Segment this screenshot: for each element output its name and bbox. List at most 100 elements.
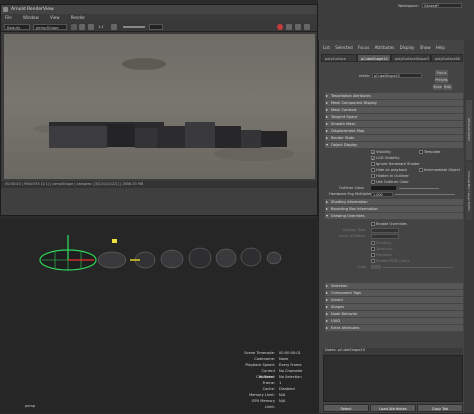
section-bounding-box-information[interactable]: Bounding Box Information	[325, 206, 463, 212]
stop-icon[interactable]	[71, 24, 77, 30]
record-icon[interactable]	[277, 24, 283, 30]
tab-polysurfaceshape3[interactable]: polySurfaceShape3	[391, 54, 431, 62]
render-canvas[interactable]	[4, 34, 315, 179]
attribute-editor-menubar: List Selected Focus Attributes Display S…	[319, 44, 465, 51]
load-attributes-button[interactable]: Load Attributes	[370, 404, 416, 412]
section-drawing-overrides[interactable]: Drawing Overrides	[325, 213, 463, 219]
show-button[interactable]: Show	[433, 84, 442, 90]
use-outliner-color-checkbox[interactable]	[371, 180, 375, 184]
display-type-select[interactable]	[371, 227, 399, 233]
section-node-behavior[interactable]: Node Behavior	[325, 311, 463, 317]
render-view-menubar: File Window View Render	[1, 14, 317, 22]
menu-file[interactable]: File	[5, 15, 12, 20]
playback-checkbox[interactable]	[371, 253, 375, 257]
hw-fog-slider[interactable]	[395, 193, 455, 195]
arnold-render-view-window: Arnold RenderView File Window View Rende…	[0, 4, 318, 216]
tab-polysurfacesh[interactable]: polySurfaceSh	[431, 54, 463, 62]
enable-overrides-checkbox[interactable]	[371, 222, 375, 226]
ae-menu-attributes[interactable]: Attributes	[375, 45, 395, 50]
section-render-stats[interactable]: Render Stats	[325, 135, 463, 141]
mesh-name-field[interactable]: pCubeShape10	[372, 73, 422, 78]
section-mesh-controls[interactable]: Mesh Controls	[325, 107, 463, 113]
playback-label: Playback	[376, 252, 393, 257]
override-color-slider[interactable]	[383, 266, 453, 268]
exposure-slider[interactable]	[123, 26, 145, 28]
menu-window[interactable]: Window	[23, 15, 39, 20]
enable-overrides-label: Enable Overrides	[376, 221, 407, 226]
template-checkbox[interactable]	[419, 150, 423, 154]
outliner-color-slider[interactable]	[399, 187, 439, 189]
intermediate-object-checkbox[interactable]	[419, 168, 423, 172]
tab-attribute-editor-vertical[interactable]: Attribute Editor	[466, 100, 472, 160]
exposure-field[interactable]	[149, 24, 163, 30]
section-object-display[interactable]: Object Display	[325, 142, 463, 148]
attribute-editor: List Selected Focus Attributes Display S…	[318, 40, 464, 413]
section-displacement-map[interactable]: Displacement Map	[325, 128, 463, 134]
section-selection[interactable]: Selection	[325, 283, 463, 289]
presets-button[interactable]: Presets	[435, 77, 448, 83]
outliner-color-swatch[interactable]	[371, 186, 396, 190]
enable-rgb-colors-label: Enable RGB Colors	[376, 258, 410, 263]
hidden-in-outliner-label: Hidden In Outliner	[376, 173, 409, 178]
intermediate-object-label: Intermediate Object	[424, 167, 461, 172]
hide-on-playback-checkbox[interactable]	[371, 168, 375, 172]
section-tangent-space[interactable]: Tangent Space	[325, 114, 463, 120]
section-smooth-mesh[interactable]: Smooth Mesh	[325, 121, 463, 127]
section-shapes[interactable]: Shapes	[325, 304, 463, 310]
gear-icon[interactable]	[304, 24, 310, 30]
texturing-checkbox[interactable]	[371, 247, 375, 251]
enable-rgb-colors-checkbox[interactable]	[371, 259, 375, 263]
ae-menu-focus[interactable]: Focus	[358, 45, 369, 50]
hide-button[interactable]: Hide	[443, 84, 452, 90]
menu-view[interactable]: View	[50, 15, 60, 20]
hw-fog-multiplier-field[interactable]: 1.000	[371, 191, 393, 197]
texturing-label: Texturing	[376, 246, 393, 251]
section-arnold[interactable]: Arnold	[325, 297, 463, 303]
render-view-toolbar: Beauty perspShape 1:1	[1, 22, 317, 32]
focus-button[interactable]: Focus	[435, 70, 448, 76]
override-color-swatch[interactable]	[371, 265, 381, 269]
tab-channel-box-vertical[interactable]: Channel Box / Layer Editor	[466, 162, 472, 220]
aov-select[interactable]: Beauty	[4, 24, 30, 30]
visibility-checkbox[interactable]	[371, 150, 375, 154]
notes-label: Notes: pCubeShape10	[325, 348, 366, 352]
section-mesh-component-display[interactable]: Mesh Component Display	[325, 100, 463, 106]
display-type-label: Display Type	[343, 228, 366, 232]
notes-panel: Notes: pCubeShape10	[323, 348, 463, 402]
shading-checkbox[interactable]	[371, 241, 375, 245]
render-view-lower-panel	[1, 188, 317, 215]
section-extra-attributes[interactable]: Extra Attributes	[325, 325, 463, 331]
select-button[interactable]: Select	[323, 404, 369, 412]
lod-visibility-checkbox[interactable]	[371, 156, 375, 160]
tab-pcubeshape10[interactable]: pCubeShape10	[357, 54, 391, 62]
ae-menu-list[interactable]: List	[323, 45, 330, 50]
ae-menu-help[interactable]: Help	[436, 45, 445, 50]
section-shading-information[interactable]: Shading Information	[325, 199, 463, 205]
camera-select[interactable]: perspShape	[33, 24, 67, 30]
refresh-icon[interactable]	[79, 24, 85, 30]
zoom-label: 1:1	[98, 25, 104, 29]
workspace-select[interactable]: General*	[422, 3, 462, 8]
section-component-tags[interactable]: Component Tags	[325, 290, 463, 296]
ae-menu-show[interactable]: Show	[420, 45, 431, 50]
section-tessellation-attributes[interactable]: Tessellation Attributes	[325, 93, 463, 99]
hidden-in-outliner-checkbox[interactable]	[371, 174, 375, 178]
ignore-hw-shader-checkbox[interactable]	[371, 162, 375, 166]
ae-menu-display[interactable]: Display	[400, 45, 415, 50]
render-view-titlebar[interactable]: Arnold RenderView	[1, 5, 317, 14]
section-uuid[interactable]: UUID	[325, 318, 463, 324]
settings-icon[interactable]	[295, 24, 301, 30]
workspace-label: Workspace:	[398, 4, 419, 8]
tab-polysurface[interactable]: polySurface	[321, 54, 357, 62]
template-label: Template	[424, 149, 441, 154]
level-of-detail-label: Level of Detail	[339, 234, 365, 238]
color-channel-icon[interactable]	[111, 24, 117, 30]
ae-menu-selected[interactable]: Selected	[335, 45, 352, 50]
notes-textarea[interactable]	[323, 355, 463, 402]
crop-icon[interactable]	[88, 24, 94, 30]
snapshot-icon[interactable]	[286, 24, 292, 30]
hide-on-playback-label: Hide on playback	[376, 167, 408, 172]
menu-render[interactable]: Render	[71, 15, 85, 20]
copy-tab-button[interactable]: Copy Tab	[417, 404, 463, 412]
level-of-detail-select[interactable]	[371, 233, 399, 239]
